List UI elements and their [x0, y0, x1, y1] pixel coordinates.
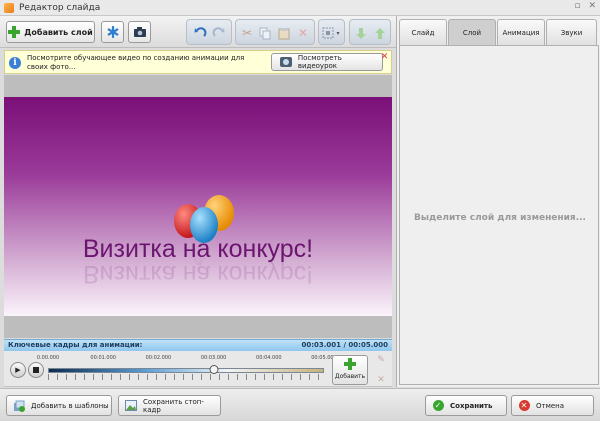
maximize-icon[interactable]: ▫: [574, 1, 580, 11]
panel-body: Выделите слой для изменения...: [399, 45, 599, 385]
cancel-label: Отмена: [536, 401, 565, 410]
webcam-icon: [280, 57, 292, 67]
tab-layer[interactable]: Слой: [448, 19, 496, 45]
undo-redo-group: [186, 19, 232, 45]
move-down-icon[interactable]: [354, 26, 368, 40]
asterisk-icon: [107, 26, 118, 38]
keyframes-label: Ключевые кадры для анимации:: [8, 341, 143, 349]
timeline-ticks: [48, 374, 324, 380]
camera-icon: [133, 27, 146, 37]
close-icon[interactable]: ✕: [588, 1, 596, 11]
save-label: Сохранить: [450, 401, 493, 410]
time-display: 00:03.001 / 00:05.000: [301, 341, 388, 349]
toolbar: Добавить слой ✂ ✕ ▾: [0, 16, 396, 48]
timeline-tick-label: 0.00.000: [36, 355, 60, 361]
slide-title-reflection: Визитка на конкурс!: [82, 260, 314, 288]
tab-animation[interactable]: Анимация: [497, 19, 545, 45]
tab-slide[interactable]: Слайд: [399, 19, 447, 45]
timeline-ruler[interactable]: 0.00.000 00:01.000 00:02.000 00:03.000 00:04…: [37, 353, 337, 383]
align-icon[interactable]: [321, 26, 335, 40]
info-icon: i: [9, 57, 21, 69]
timeline-tick-label: 00:04.000: [256, 355, 282, 361]
timeline-tick-label: 00:01.000: [90, 355, 116, 361]
window-title: Редактор слайда: [19, 2, 101, 13]
delete-icon[interactable]: ✕: [296, 26, 310, 40]
keyframes-header: Ключевые кадры для анимации: 00:03.001 /…: [4, 339, 392, 351]
watch-video-button[interactable]: Посмотреть видеоурок: [271, 53, 383, 71]
play-button[interactable]: ▶: [10, 362, 26, 378]
move-up-icon[interactable]: [373, 26, 387, 40]
plus-icon: [344, 358, 356, 370]
add-to-templates-button[interactable]: Добавить в шаблоны: [6, 395, 112, 416]
info-bar: i Посмотрите обучающее видео по созданию…: [4, 50, 392, 74]
plus-icon: [8, 26, 21, 38]
keyframes-timeline: ▶ 0.00.000 00:01.000 00:02.000 00:03.000 00:…: [4, 351, 392, 387]
timeline-tick-label: 00:03.000: [200, 355, 227, 361]
bottom-bar: Добавить в шаблоны Сохранить стоп-кадр ✓…: [0, 388, 600, 421]
redo-icon[interactable]: [212, 26, 226, 40]
paste-icon[interactable]: [277, 26, 291, 40]
copy-icon[interactable]: [258, 26, 272, 40]
panel-tabs: Слайд Слой Анимация Звуки: [399, 19, 598, 45]
title-bar: Редактор слайда ▫ ✕: [0, 0, 600, 16]
stop-button[interactable]: [28, 362, 44, 378]
add-layer-button[interactable]: Добавить слой: [6, 21, 95, 43]
save-button[interactable]: ✓ Сохранить: [425, 395, 507, 416]
cancel-icon: ✕: [518, 400, 530, 412]
timeline-track[interactable]: [48, 368, 324, 373]
add-keyframe-button[interactable]: Добавить: [332, 355, 368, 385]
add-to-templates-label: Добавить в шаблоны: [31, 401, 109, 410]
camera-button[interactable]: [128, 21, 151, 43]
stop-icon: [33, 367, 39, 373]
app-icon: [4, 2, 14, 13]
info-text: Посмотрите обучающее видео по созданию а…: [27, 54, 245, 71]
keyframe-side-tools: ✎ ✕: [375, 355, 387, 385]
add-layer-label: Добавить слой: [24, 27, 93, 37]
chevron-down-icon[interactable]: ▾: [334, 26, 342, 40]
window-controls: ▫ ✕: [574, 1, 596, 11]
properties-panel: Слайд Слой Анимация Звуки Выделите слой …: [396, 16, 600, 387]
picture-icon: [125, 400, 137, 412]
add-keyframe-label: Добавить: [334, 373, 366, 380]
edit-keyframe-icon[interactable]: ✎: [377, 355, 385, 365]
close-icon[interactable]: ✕: [380, 53, 389, 62]
save-frame-button[interactable]: Сохранить стоп-кадр: [118, 395, 221, 416]
slide-canvas[interactable]: Визитка на конкурс! Визитка на конкурс!: [4, 75, 392, 338]
play-icon: ▶: [15, 366, 21, 374]
delete-keyframe-icon[interactable]: ✕: [377, 375, 385, 385]
timeline-playhead[interactable]: [209, 365, 219, 374]
edit-group: ✂ ✕: [235, 19, 315, 45]
save-frame-label: Сохранить стоп-кадр: [143, 397, 204, 414]
cancel-button[interactable]: ✕ Отмена: [511, 395, 594, 416]
checkmark-icon: ✓: [432, 400, 444, 412]
undo-icon[interactable]: [193, 26, 207, 40]
timeline-tick-label: 00:02.000: [145, 355, 172, 361]
order-group: [349, 19, 391, 45]
watch-video-label: Посмотреть видеоурок: [297, 54, 342, 70]
effects-button[interactable]: [101, 21, 124, 43]
slide-preview[interactable]: Визитка на конкурс! Визитка на конкурс!: [4, 97, 392, 316]
align-group: ▾: [318, 19, 345, 45]
select-layer-hint: Выделите слой для изменения...: [414, 213, 586, 223]
tab-sounds[interactable]: Звуки: [546, 19, 597, 45]
cut-icon[interactable]: ✂: [240, 26, 254, 40]
templates-icon: [13, 400, 25, 412]
